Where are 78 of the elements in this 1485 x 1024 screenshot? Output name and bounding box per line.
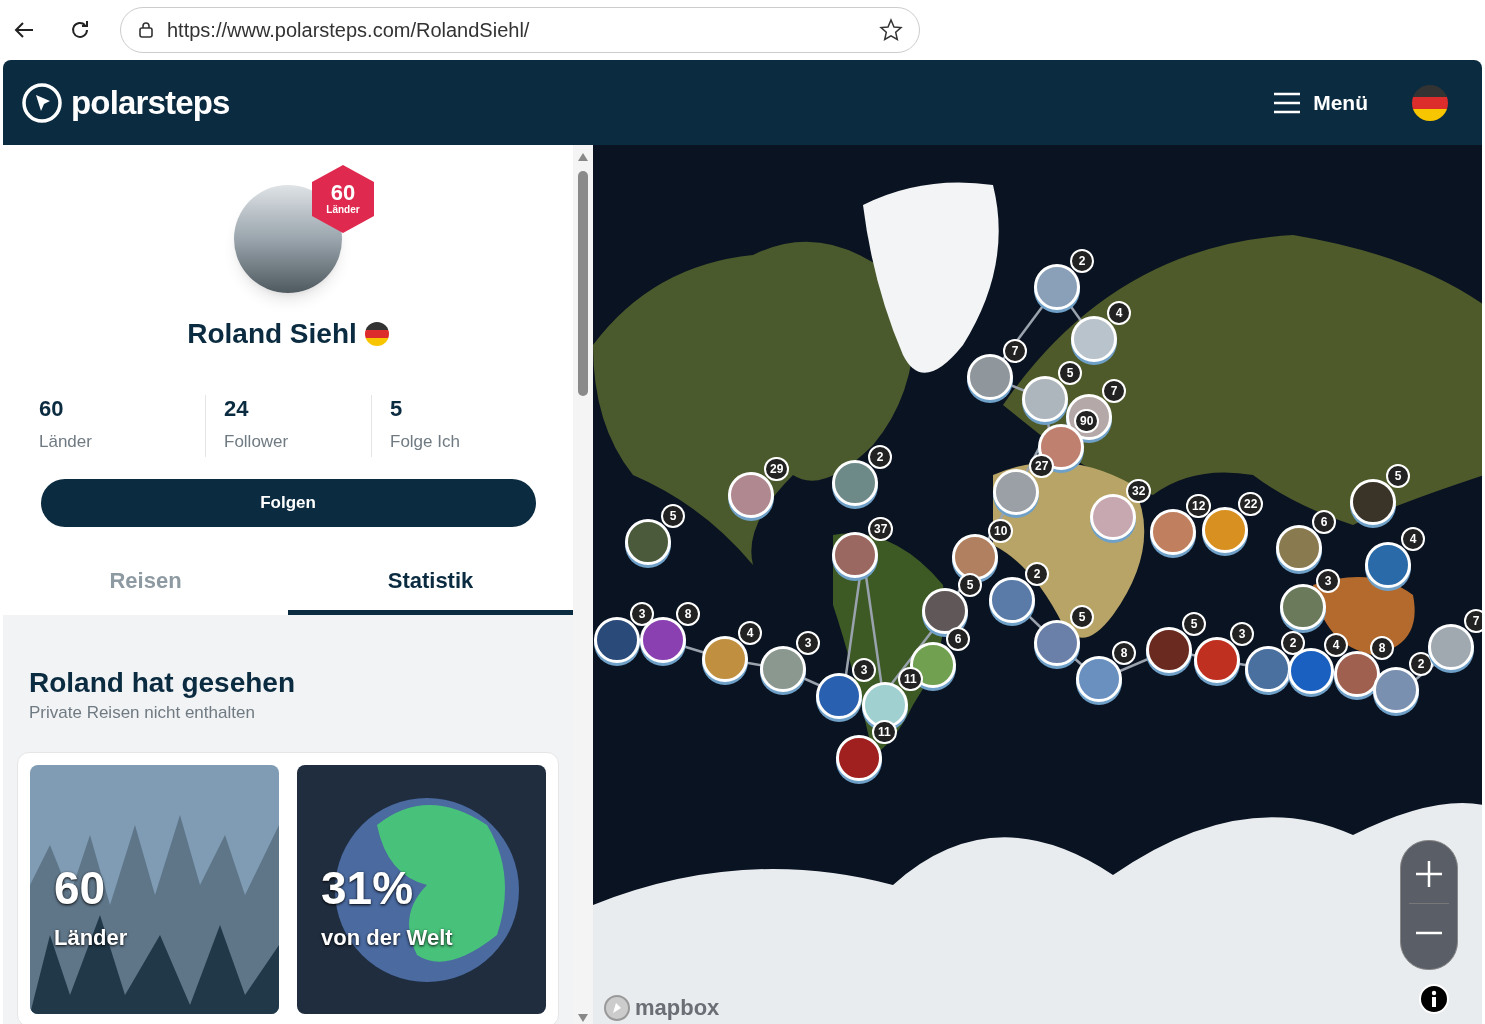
zoom-in-icon[interactable] bbox=[1414, 859, 1444, 889]
count-badge: 2 bbox=[1070, 249, 1094, 273]
url-text: https://www.polarsteps.com/RolandSiehl/ bbox=[167, 18, 531, 43]
count-badge: 22 bbox=[1238, 492, 1264, 516]
section-subtitle: Private Reisen nicht enthalten bbox=[29, 702, 256, 724]
photo-marker[interactable] bbox=[1365, 542, 1411, 588]
photo-marker[interactable] bbox=[1150, 509, 1196, 555]
profile-name: Roland Siehl bbox=[187, 317, 357, 351]
stat-label: Länder bbox=[39, 430, 93, 453]
count-badge: 5 bbox=[1182, 612, 1206, 636]
scroll-down-icon[interactable] bbox=[578, 1014, 588, 1022]
stat-big-number: 31% bbox=[321, 864, 415, 911]
count-badge: 3 bbox=[1316, 569, 1340, 593]
count-badge: 8 bbox=[676, 602, 700, 626]
scroll-up-icon[interactable] bbox=[578, 153, 588, 161]
german-flag-icon[interactable] bbox=[1412, 84, 1448, 121]
photo-marker[interactable] bbox=[1245, 646, 1291, 692]
count-badge: 5 bbox=[661, 504, 685, 528]
compass-logo-icon[interactable] bbox=[21, 81, 63, 124]
info-icon[interactable] bbox=[1419, 984, 1449, 1014]
photo-marker[interactable] bbox=[832, 532, 878, 578]
count-badge: 7 bbox=[1003, 339, 1027, 363]
photo-marker[interactable] bbox=[1146, 627, 1192, 673]
count-badge: 12 bbox=[1186, 494, 1212, 518]
lock-icon[interactable] bbox=[137, 21, 155, 39]
photo-marker[interactable] bbox=[1076, 656, 1122, 702]
follow-button[interactable]: Folgen bbox=[40, 479, 536, 527]
stat-big-number: 60 bbox=[54, 864, 107, 911]
count-badge: 6 bbox=[1312, 510, 1336, 534]
count-badge: 4 bbox=[738, 621, 762, 645]
photo-marker[interactable] bbox=[625, 519, 671, 565]
scrollbar-thumb[interactable] bbox=[578, 171, 588, 396]
count-badge: 4 bbox=[1324, 633, 1348, 657]
stat-label: Follower bbox=[224, 430, 290, 453]
stat-caption: Länder bbox=[54, 923, 129, 952]
star-icon[interactable] bbox=[879, 18, 903, 42]
count-badge: 3 bbox=[796, 631, 820, 655]
stat-value: 24 bbox=[224, 395, 250, 423]
photo-marker[interactable] bbox=[832, 460, 878, 506]
photo-marker[interactable] bbox=[1034, 264, 1080, 310]
photo-marker[interactable] bbox=[1334, 651, 1380, 697]
photo-marker[interactable] bbox=[836, 735, 882, 781]
count-badge: 4 bbox=[1401, 527, 1425, 551]
photo-marker[interactable] bbox=[1280, 584, 1326, 630]
photo-marker[interactable] bbox=[760, 646, 806, 692]
photo-marker[interactable] bbox=[594, 617, 640, 663]
photo-marker[interactable] bbox=[1288, 648, 1334, 694]
photo-marker[interactable] bbox=[952, 534, 998, 580]
count-badge: 3 bbox=[1230, 622, 1254, 646]
menu-icon bbox=[1273, 91, 1302, 114]
logo-wordmark[interactable]: polarsteps bbox=[71, 77, 230, 128]
photo-marker[interactable] bbox=[702, 636, 748, 682]
photo-marker[interactable] bbox=[640, 617, 686, 663]
stat-value: 60 bbox=[39, 395, 65, 423]
photo-marker[interactable] bbox=[1034, 620, 1080, 666]
photo-marker[interactable] bbox=[1276, 525, 1322, 571]
stat-caption: von der Welt bbox=[321, 923, 454, 952]
count-badge: 7 bbox=[1464, 609, 1482, 633]
photo-marker[interactable] bbox=[1373, 667, 1419, 713]
photo-marker[interactable] bbox=[1194, 637, 1240, 683]
count-badge: 5 bbox=[958, 573, 982, 597]
german-flag-icon bbox=[364, 322, 389, 346]
count-badge: 8 bbox=[1112, 641, 1136, 665]
countries-badge: 60 Länder bbox=[312, 165, 374, 233]
photo-marker[interactable] bbox=[1428, 624, 1474, 670]
photo-marker[interactable] bbox=[989, 577, 1035, 623]
section-title: Roland hat gesehen bbox=[29, 666, 297, 700]
stat-value: 5 bbox=[390, 395, 404, 423]
photo-marker[interactable] bbox=[816, 673, 862, 719]
mapbox-attribution[interactable]: mapbox bbox=[635, 991, 720, 1024]
count-badge: 37 bbox=[868, 517, 894, 541]
count-badge: 2 bbox=[868, 445, 892, 469]
count-badge: 11 bbox=[872, 720, 897, 744]
stat-label: Folge Ich bbox=[390, 430, 461, 453]
photo-marker[interactable] bbox=[1071, 316, 1117, 362]
count-badge: 6 bbox=[946, 627, 970, 651]
menu-button[interactable]: Menü bbox=[1273, 86, 1368, 119]
photo-marker[interactable] bbox=[967, 354, 1013, 400]
